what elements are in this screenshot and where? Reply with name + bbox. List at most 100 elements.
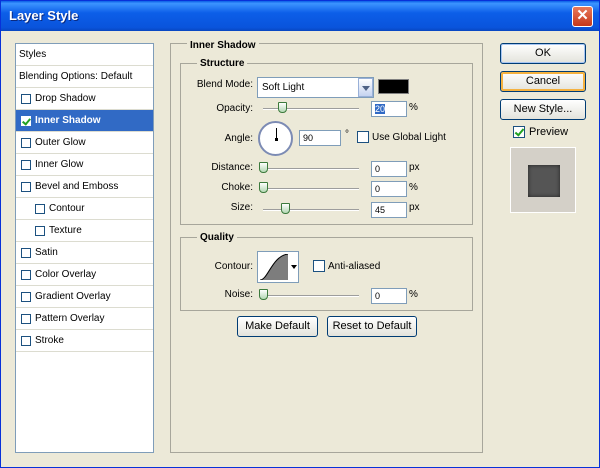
angle-dial-center (275, 138, 278, 141)
sidebar-item-gradient-overlay[interactable]: Gradient Overlay (16, 286, 153, 308)
angle-label: Angle: (224, 133, 253, 144)
window-title: Layer Style (9, 8, 79, 23)
panel-title: Inner Shadow (187, 40, 259, 51)
size-slider-thumb[interactable] (281, 203, 290, 214)
size-slider[interactable] (263, 209, 359, 211)
noise-slider-thumb[interactable] (259, 289, 268, 300)
sidebar-checkbox[interactable] (21, 160, 31, 170)
opacity-slider-thumb[interactable] (278, 102, 287, 113)
use-global-light-label: Use Global Light (372, 132, 446, 143)
sidebar-checkbox[interactable] (35, 226, 45, 236)
sidebar-item-bevel-and-emboss[interactable]: Bevel and Emboss (16, 176, 153, 198)
sidebar-item-label: Satin (35, 247, 58, 258)
distance-unit: px (409, 162, 420, 173)
sidebar-item-label: Contour (49, 203, 85, 214)
distance-input[interactable]: 0 (371, 161, 407, 177)
sidebar-checkbox[interactable] (21, 292, 31, 302)
preview-checkbox[interactable] (513, 126, 525, 138)
sidebar-item-inner-glow[interactable]: Inner Glow (16, 154, 153, 176)
sidebar-checkbox[interactable] (21, 138, 31, 148)
opacity-label: Opacity: (216, 103, 253, 114)
chevron-down-icon[interactable] (358, 78, 373, 97)
contour-picker[interactable] (257, 251, 299, 283)
sidebar-checkbox[interactable] (21, 336, 31, 346)
distance-slider-thumb[interactable] (259, 162, 268, 173)
opacity-unit: % (409, 102, 418, 113)
make-default-button[interactable]: Make Default (237, 316, 318, 337)
distance-label: Distance: (211, 162, 253, 173)
sidebar-item-label: Pattern Overlay (35, 313, 105, 324)
style-preview-swatch (528, 165, 560, 197)
choke-slider-thumb[interactable] (259, 182, 268, 193)
anti-aliased-label: Anti-aliased (328, 261, 381, 272)
sidebar-checkbox[interactable] (35, 204, 45, 214)
chevron-down-icon[interactable] (290, 252, 298, 282)
quality-title: Quality (197, 232, 237, 243)
sidebar-item-contour[interactable]: Contour (16, 198, 153, 220)
blend-mode-label: Blend Mode: (196, 79, 253, 90)
sidebar-item-pattern-overlay[interactable]: Pattern Overlay (16, 308, 153, 330)
distance-slider[interactable] (263, 168, 359, 170)
sidebar-checkbox[interactable] (21, 116, 31, 126)
sidebar-item-color-overlay[interactable]: Color Overlay (16, 264, 153, 286)
shadow-color-swatch[interactable] (378, 79, 409, 94)
contour-label: Contour: (214, 261, 253, 272)
use-global-light-checkbox[interactable] (357, 131, 369, 143)
sidebar-checkbox[interactable] (21, 270, 31, 280)
noise-input[interactable]: 0 (371, 288, 407, 304)
blend-mode-select[interactable]: Soft Light (257, 77, 374, 98)
noise-label: Noise: (224, 289, 253, 300)
sidebar-item-label: Outer Glow (35, 137, 86, 148)
size-input[interactable]: 45 (371, 202, 407, 218)
contour-curve-icon (260, 254, 288, 280)
title-bar[interactable]: Layer Style ✕ (1, 1, 599, 31)
sidebar-item-label: Stroke (35, 335, 64, 346)
style-preview (510, 147, 576, 213)
sidebar-item-texture[interactable]: Texture (16, 220, 153, 242)
noise-slider[interactable] (263, 295, 359, 297)
sidebar-item-label: Gradient Overlay (35, 291, 111, 302)
blend-mode-value: Soft Light (262, 82, 305, 93)
sidebar-item-outer-glow[interactable]: Outer Glow (16, 132, 153, 154)
preview-label: Preview (529, 126, 569, 138)
ok-button[interactable]: OK (500, 43, 586, 64)
styles-list: Styles Blending Options: Default Drop Shad… (15, 43, 154, 453)
size-unit: px (409, 202, 420, 213)
choke-label: Choke: (221, 182, 253, 193)
sidebar-item-label: Bevel and Emboss (35, 181, 119, 192)
sidebar-item-label: Drop Shadow (35, 93, 96, 104)
inner-shadow-panel: Inner Shadow Structure Blend Mode: Soft … (170, 40, 483, 453)
size-label: Size: (230, 202, 253, 213)
sidebar-checkbox[interactable] (21, 248, 31, 258)
sidebar-item-label: Texture (49, 225, 82, 236)
cancel-button[interactable]: Cancel (500, 71, 586, 92)
noise-unit: % (409, 289, 418, 300)
angle-unit: ° (345, 129, 349, 140)
choke-unit: % (409, 182, 418, 193)
anti-aliased-checkbox[interactable] (313, 260, 325, 272)
structure-group: Structure Blend Mode: Soft Light Opacity… (180, 58, 473, 225)
choke-slider[interactable] (263, 188, 359, 190)
new-style-button[interactable]: New Style... (500, 99, 586, 120)
choke-input[interactable]: 0 (371, 181, 407, 197)
layer-style-dialog: Layer Style ✕ Styles Blending Options: De… (0, 0, 600, 468)
sidebar-item-label: Styles (19, 49, 47, 60)
sidebar-item-inner-shadow[interactable]: Inner Shadow (16, 110, 153, 132)
sidebar-item-drop-shadow[interactable]: Drop Shadow (16, 88, 153, 110)
sidebar-checkbox[interactable] (21, 314, 31, 324)
opacity-input[interactable]: 20 (371, 101, 407, 117)
sidebar-item-blending-options-default[interactable]: Blending Options: Default (16, 66, 153, 88)
structure-title: Structure (197, 58, 248, 69)
sidebar-item-satin[interactable]: Satin (16, 242, 153, 264)
quality-group: Quality Contour: Anti-aliased Noise: 0 % (180, 232, 473, 311)
sidebar-item-label: Blending Options: Default (19, 71, 133, 82)
sidebar-item-stroke[interactable]: Stroke (16, 330, 153, 352)
angle-input[interactable]: 90 (299, 130, 341, 146)
sidebar-checkbox[interactable] (21, 94, 31, 104)
angle-dial[interactable] (258, 121, 293, 156)
close-button[interactable]: ✕ (572, 6, 593, 27)
sidebar-checkbox[interactable] (21, 182, 31, 192)
reset-to-default-button[interactable]: Reset to Default (327, 316, 417, 337)
sidebar-item-label: Inner Shadow (35, 115, 101, 126)
sidebar-item-styles[interactable]: Styles (16, 44, 153, 66)
